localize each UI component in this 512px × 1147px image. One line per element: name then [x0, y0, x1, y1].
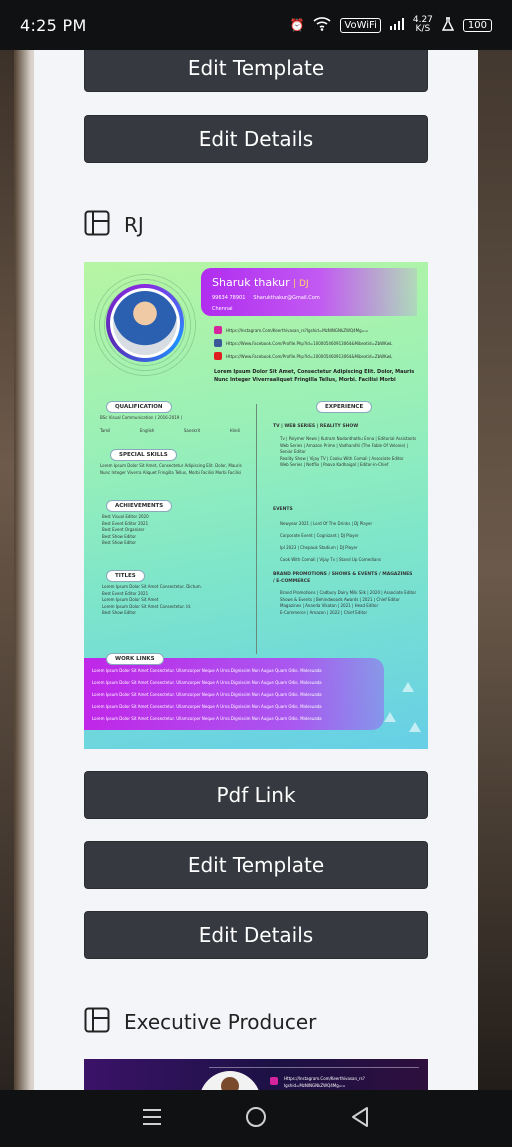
- template-list-card: Edit Template Edit Details RJ Sharuk tha…: [34, 50, 478, 1090]
- resume-summary: Lorem Ipsum Dolor Sit Amet, Consectetur …: [214, 369, 415, 383]
- brand-heading: BRAND PROMOTIONS / SHOWS & EVENTS / MAGA…: [273, 572, 413, 584]
- list-item: Tv | Polymer News | Kutram Nadanthathu E…: [280, 436, 417, 441]
- list-item: Best Event Organizer: [102, 527, 145, 532]
- flask-icon: [441, 16, 455, 34]
- list-item: Cook With Comali | Vijay Tv | Stand Up C…: [280, 557, 381, 562]
- email-text: Sharukthakur@Gmail.Com: [253, 295, 320, 301]
- resume-role: DJ: [299, 279, 309, 289]
- edit-template-button[interactable]: Edit Template: [84, 50, 428, 92]
- social-youtube: Https://Www.Facebook.Com/Profile.Php?Id=…: [214, 352, 392, 360]
- edit-template-button[interactable]: Edit Template: [84, 841, 428, 889]
- pdf-link-button[interactable]: Pdf Link: [84, 771, 428, 819]
- list-item: Newyear 2021 | Lord Of The Drinks | DJ P…: [280, 521, 373, 526]
- resume-preview-executive-producer[interactable]: Https://Instagram.Com/Keerthivasan_rs?Ig…: [84, 1059, 428, 1090]
- column-divider: [256, 404, 257, 654]
- instagram-icon: [270, 1077, 278, 1085]
- background-edge-right: [478, 50, 512, 1090]
- social-facebook: Https://Www.Facebook.Com/Profile.Php?Id=…: [214, 339, 392, 347]
- list-item: Corporate Event | Cognizant | DJ Player: [280, 533, 359, 538]
- tv-list: Tv | Polymer News | Kutram Nadanthathu E…: [280, 436, 420, 469]
- avatar: [199, 1071, 261, 1090]
- vowifi-badge: VoWiFi: [340, 17, 381, 33]
- section-rj-header: RJ: [84, 210, 144, 240]
- section-title: Executive Producer: [124, 1010, 317, 1034]
- special-skills-heading: SPECIAL SKILLS: [110, 449, 177, 461]
- name-banner: Sharuk thakur | DJ 99634 78901 Sharuktha…: [201, 268, 417, 316]
- section-title: RJ: [124, 213, 144, 237]
- background-edge-left: [0, 50, 14, 1090]
- location-text: Chennai: [212, 306, 233, 312]
- resume-preview-rj[interactable]: Sharuk thakur | DJ 99634 78901 Sharuktha…: [84, 262, 428, 749]
- template-icon: [84, 210, 110, 240]
- qualification-text: BSc Visual Communication ( 2016-2019 ): [100, 415, 183, 420]
- clock: 4:25 PM: [20, 15, 87, 35]
- facebook-icon: [214, 339, 222, 347]
- experience-heading: EXPERIENCE: [316, 401, 373, 413]
- network-speed: 4.27 K/S: [412, 15, 433, 34]
- list-item: E-Commerce | Amazon | 2022 | Chief Edito…: [280, 609, 368, 615]
- avatar: [106, 284, 184, 362]
- edit-details-button[interactable]: Edit Details: [84, 911, 428, 959]
- work-links-heading: WORK LINKS: [106, 653, 164, 665]
- tv-heading: TV | WEB SERIES | REALITY SHOW: [273, 424, 359, 429]
- list-item: Lorem Ipsum Dolor Sit Amet Consectetur. …: [92, 668, 322, 673]
- wifi-icon: [313, 16, 331, 34]
- brand-list: Brand Promotions | Cadbury Dairy Milk Si…: [280, 590, 420, 616]
- social-link: Https://Instagram.Com/Keerthivasan_rs?Ig…: [284, 1076, 365, 1088]
- back-icon[interactable]: [350, 1106, 370, 1132]
- events-list: Newyear 2021 | Lord Of The Drinks | DJ P…: [280, 518, 420, 566]
- list-item: Best Show Editor: [102, 610, 137, 615]
- home-icon[interactable]: [245, 1106, 267, 1132]
- list-item: Web Series | Netflix | Paava Kadhaigal |…: [280, 462, 389, 467]
- list-item: Lorem Ipsum Dolor Sit Amet Consectetur. …: [92, 716, 322, 721]
- youtube-icon: [214, 352, 222, 360]
- titles-list: Lorem Ipsum Dolor Sit Amet Consectetur. …: [102, 584, 252, 617]
- phone-text: 99634 78901: [212, 295, 246, 301]
- qualification-heading: QUALIFICATION: [106, 401, 172, 413]
- special-skills-text: Lorem Ipsum Dolor Sit Amet, Consectetur …: [100, 463, 242, 475]
- list-item: Brand Promotions | Cadbury Dairy Milk Si…: [280, 590, 417, 595]
- list-item: Lorem Ipsum Dolor Sit Amet Consectetur. …: [92, 692, 322, 697]
- navigation-bar: [0, 1090, 512, 1147]
- section-executive-producer-header: Executive Producer: [84, 1007, 316, 1037]
- list-item: Web Series | Amazon Prime | Vadhandhi (T…: [280, 442, 408, 455]
- decorative-triangle: [384, 712, 396, 722]
- edit-details-button[interactable]: Edit Details: [84, 115, 428, 163]
- work-links-block: Lorem Ipsum Dolor Sit Amet Consectetur. …: [84, 658, 384, 730]
- instagram-icon: [214, 326, 222, 334]
- alarm-icon: ⏰: [289, 18, 305, 32]
- languages-row: Tamil English Sanskrit Hindi: [100, 428, 240, 433]
- status-bar: 4:25 PM ⏰ VoWiFi 4.27 K/S 100: [0, 0, 512, 50]
- achievements-list: Best Visual Editor 2020 Best Event Edito…: [102, 514, 149, 547]
- battery-indicator: 100: [462, 18, 492, 32]
- profile-photo: [113, 291, 177, 355]
- list-item: Lorem Ipsum Dolor Sit Amet Consectetur. …: [92, 704, 322, 709]
- events-heading: EVENTS: [273, 507, 293, 512]
- achievements-heading: ACHIEVEMENTS: [106, 500, 173, 512]
- titles-heading: TITLES: [106, 570, 145, 582]
- signal-icon: [389, 17, 404, 33]
- social-instagram: Https://Instagram.Com/Keerthivasan_rs?Ig…: [214, 326, 368, 334]
- template-icon: [84, 1007, 110, 1037]
- list-item: Lorem Ipsum Dolor Sit Amet Consectetur. …: [92, 680, 322, 685]
- list-item: Best Visual Editor 2020: [102, 514, 149, 519]
- decorative-triangle: [409, 722, 421, 732]
- decorative-triangle: [402, 682, 414, 692]
- status-icons: ⏰ VoWiFi 4.27 K/S 100: [289, 16, 492, 34]
- resume-name: Sharuk thakur: [212, 276, 290, 289]
- list-item: Best Show Editor: [102, 540, 137, 545]
- list-item: Ipl 2023 | Chepauk Stadium | DJ Player: [280, 545, 358, 550]
- recents-icon[interactable]: [142, 1108, 162, 1130]
